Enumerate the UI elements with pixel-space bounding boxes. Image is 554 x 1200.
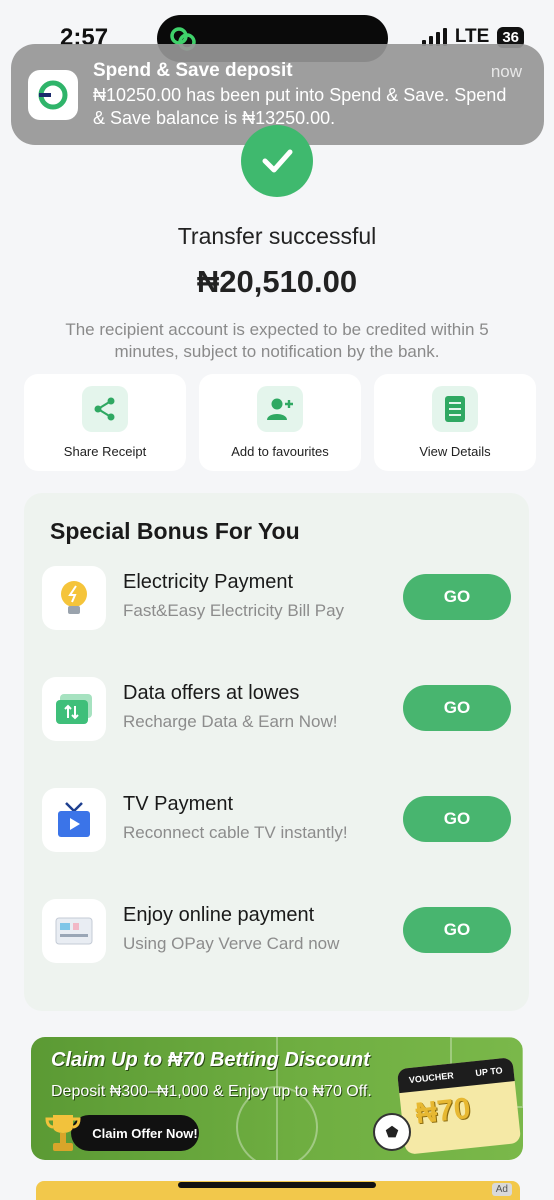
opay-app-icon — [28, 70, 78, 120]
add-to-favourites-button[interactable]: Add to favourites — [199, 374, 361, 471]
action-row: Share Receipt Add to favourites View Det… — [24, 374, 536, 471]
soccer-ball-icon — [373, 1113, 411, 1151]
bonus-item-title: Data offers at lowes — [123, 682, 300, 704]
tv-go-button[interactable]: GO — [403, 796, 511, 842]
bonus-item-subtitle: Using OPay Verve Card now — [123, 934, 340, 953]
lightbulb-icon — [42, 566, 106, 630]
ad-badge: Ad — [491, 1183, 512, 1196]
share-icon — [82, 386, 128, 432]
claim-offer-button[interactable]: Claim Offer Now! — [71, 1115, 199, 1151]
tv-icon — [42, 788, 106, 852]
view-details-button[interactable]: View Details — [374, 374, 536, 471]
bonus-item-subtitle: Recharge Data & Earn Now! — [123, 712, 338, 731]
data-icon — [42, 677, 106, 741]
banner-title: Claim Up to ₦70 Betting Discount — [51, 1049, 370, 1071]
bonus-title: Special Bonus For You — [50, 518, 300, 544]
notification-time: now — [490, 62, 522, 81]
transfer-amount: ₦20,510.00 — [196, 264, 358, 299]
home-indicator[interactable] — [178, 1182, 376, 1188]
bonus-item-subtitle: Reconnect cable TV instantly! — [123, 823, 348, 842]
view-details-label: View Details — [419, 444, 491, 459]
bonus-item-tv: TV Payment Reconnect cable TV instantly!… — [42, 788, 512, 852]
special-bonus-panel: Special Bonus For You Electricity Paymen… — [24, 493, 529, 1011]
card-icon — [42, 899, 106, 963]
voucher-label: VOUCHER — [408, 1070, 455, 1086]
add-to-favourites-label: Add to favourites — [231, 444, 329, 459]
electricity-go-button[interactable]: GO — [403, 574, 511, 620]
bonus-item-title: Enjoy online payment — [123, 904, 315, 926]
notification-title: Spend & Save deposit — [93, 60, 293, 81]
add-user-icon — [257, 386, 303, 432]
betting-promo-banner[interactable]: Claim Up to ₦70 Betting Discount Deposit… — [31, 1037, 523, 1160]
bonus-item-online-payment: Enjoy online payment Using OPay Verve Ca… — [42, 899, 512, 963]
bonus-item-title: Electricity Payment — [123, 571, 294, 593]
bonus-item-electricity: Electricity Payment Fast&Easy Electricit… — [42, 566, 512, 630]
success-note: The recipient account is expected to be … — [65, 320, 489, 361]
notification-body: ₦10250.00 has been put into Spend & Save… — [93, 85, 507, 128]
voucher-graphic: VOUCHER UP TO ₦70 — [396, 1057, 522, 1155]
voucher-amount: ₦70 — [413, 1091, 473, 1131]
banner-subtitle: Deposit ₦300–₦1,000 & Enjoy up to ₦70 Of… — [51, 1083, 372, 1100]
share-receipt-label: Share Receipt — [63, 444, 147, 459]
share-receipt-button[interactable]: Share Receipt — [24, 374, 186, 471]
success-title: Transfer successful — [177, 223, 377, 249]
bonus-item-subtitle: Fast&Easy Electricity Bill Pay — [123, 601, 345, 620]
document-icon — [432, 386, 478, 432]
bonus-item-data: Data offers at lowes Recharge Data & Ear… — [42, 677, 512, 741]
online-payment-go-button[interactable]: GO — [403, 907, 511, 953]
bonus-item-title: TV Payment — [123, 793, 234, 815]
checkmark-icon — [241, 125, 313, 197]
data-go-button[interactable]: GO — [403, 685, 511, 731]
trophy-icon — [45, 1115, 81, 1151]
voucher-upto: UP TO — [474, 1065, 504, 1079]
